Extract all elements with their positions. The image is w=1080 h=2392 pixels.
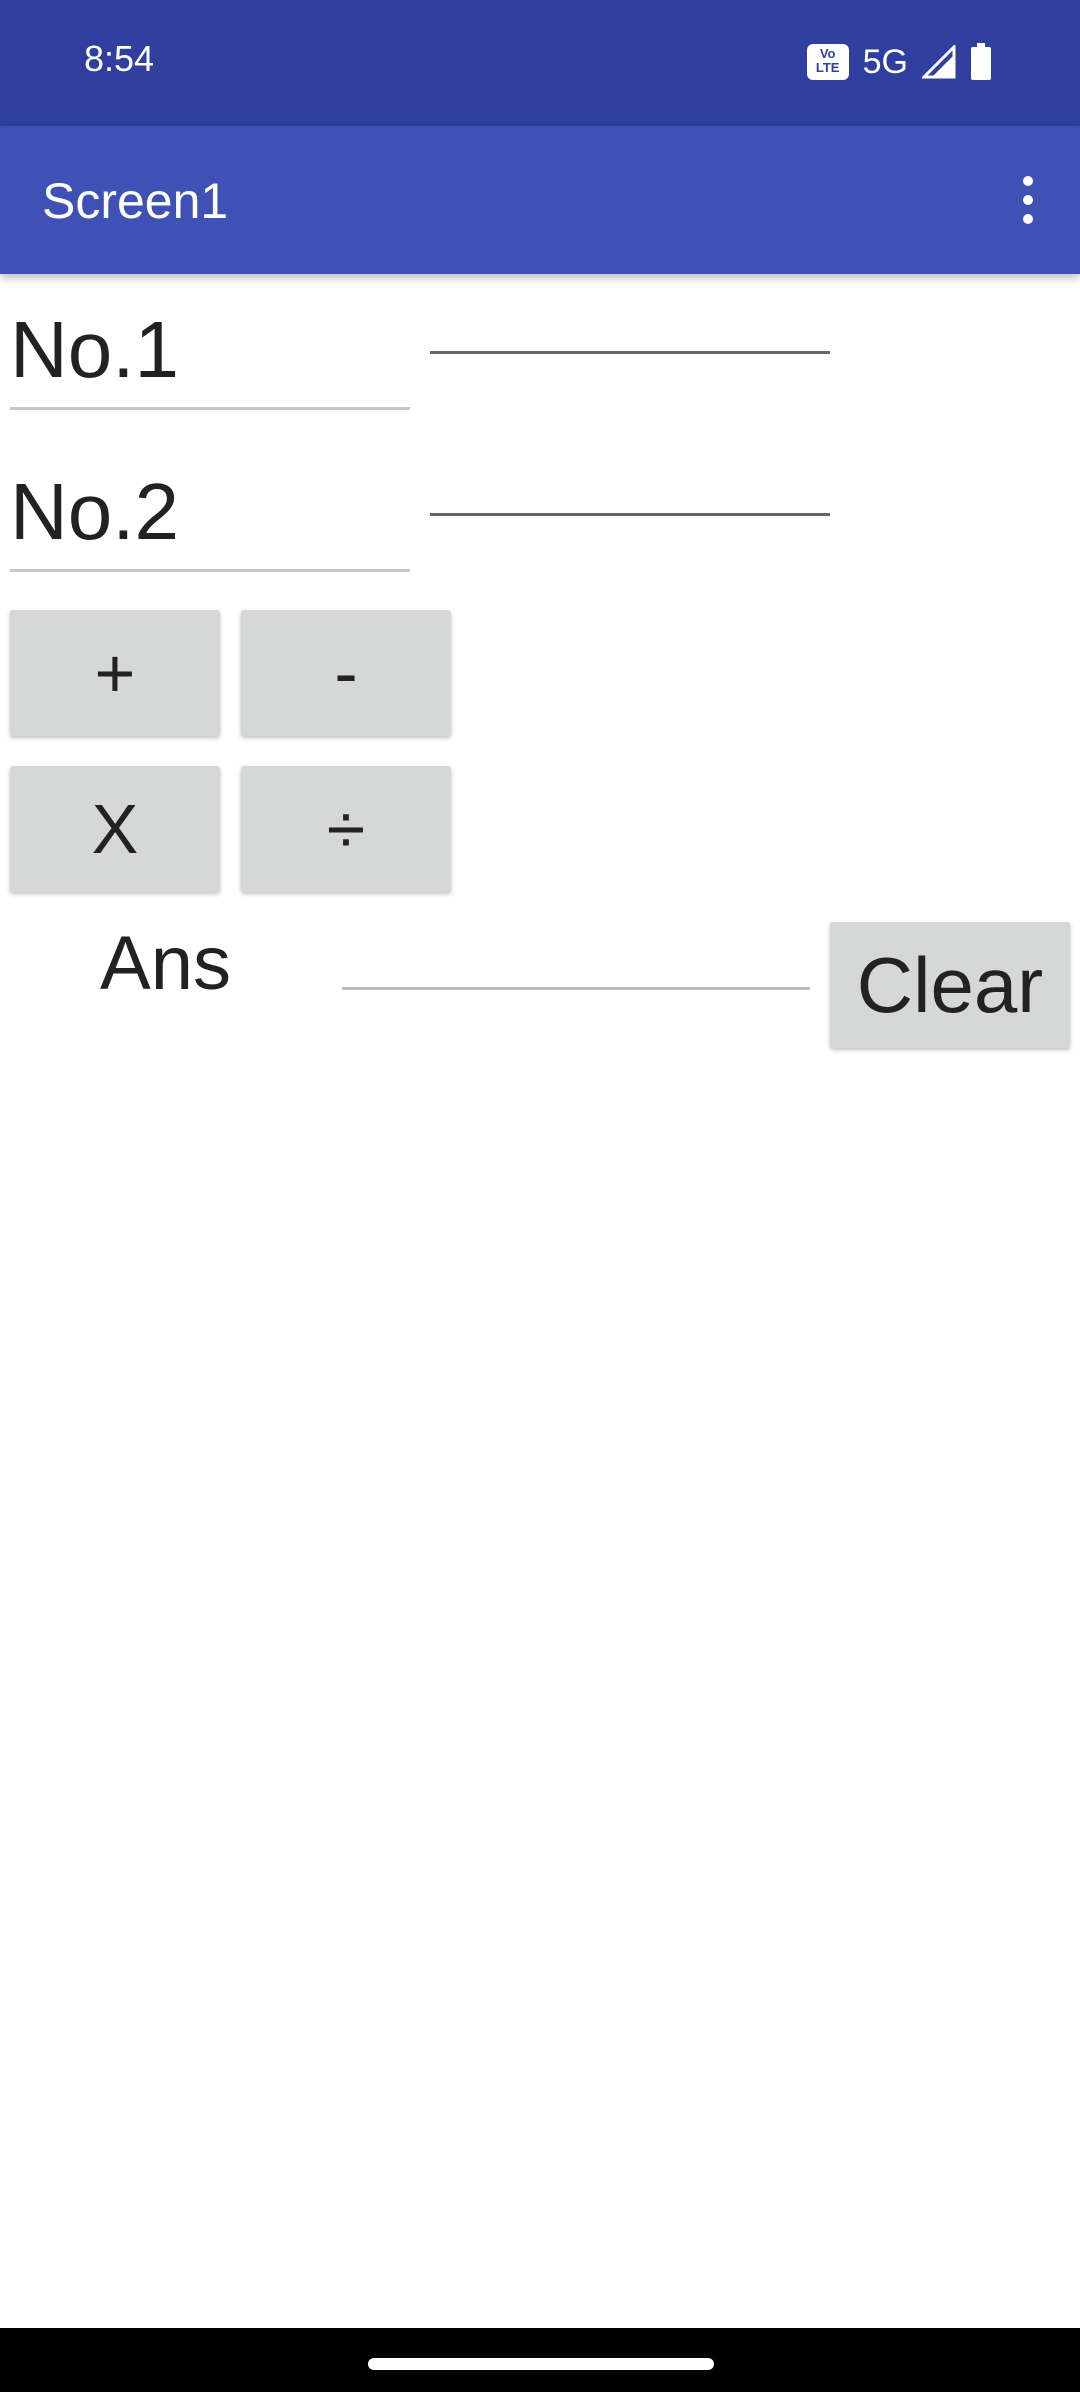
- answer-label: Ans: [100, 921, 231, 1006]
- multiply-button[interactable]: X: [10, 766, 220, 892]
- volte-icon: Vo LTE: [806, 44, 849, 80]
- overflow-menu-icon[interactable]: [1010, 170, 1046, 230]
- no2-input[interactable]: [430, 456, 830, 516]
- no1-label: No.1: [10, 300, 410, 410]
- app-title: Screen1: [42, 173, 229, 229]
- answer-field: [342, 940, 810, 990]
- home-gesture-handle[interactable]: [368, 2358, 714, 2370]
- status-time: 8:54: [84, 38, 155, 79]
- subtract-button[interactable]: -: [241, 610, 451, 736]
- no1-input[interactable]: [430, 294, 830, 354]
- signal-icon: [922, 45, 956, 79]
- no2-label: No.2: [10, 462, 410, 572]
- divide-button[interactable]: ÷: [241, 766, 451, 892]
- add-button[interactable]: +: [10, 610, 220, 736]
- status-icons: Vo LTE 5G: [806, 40, 992, 84]
- battery-icon: [971, 43, 991, 80]
- app-bar: Screen1: [0, 126, 1080, 274]
- status-bar: 8:54 Vo LTE 5G: [0, 0, 1080, 126]
- network-type: 5G: [862, 42, 908, 81]
- clear-button[interactable]: Clear: [830, 922, 1070, 1048]
